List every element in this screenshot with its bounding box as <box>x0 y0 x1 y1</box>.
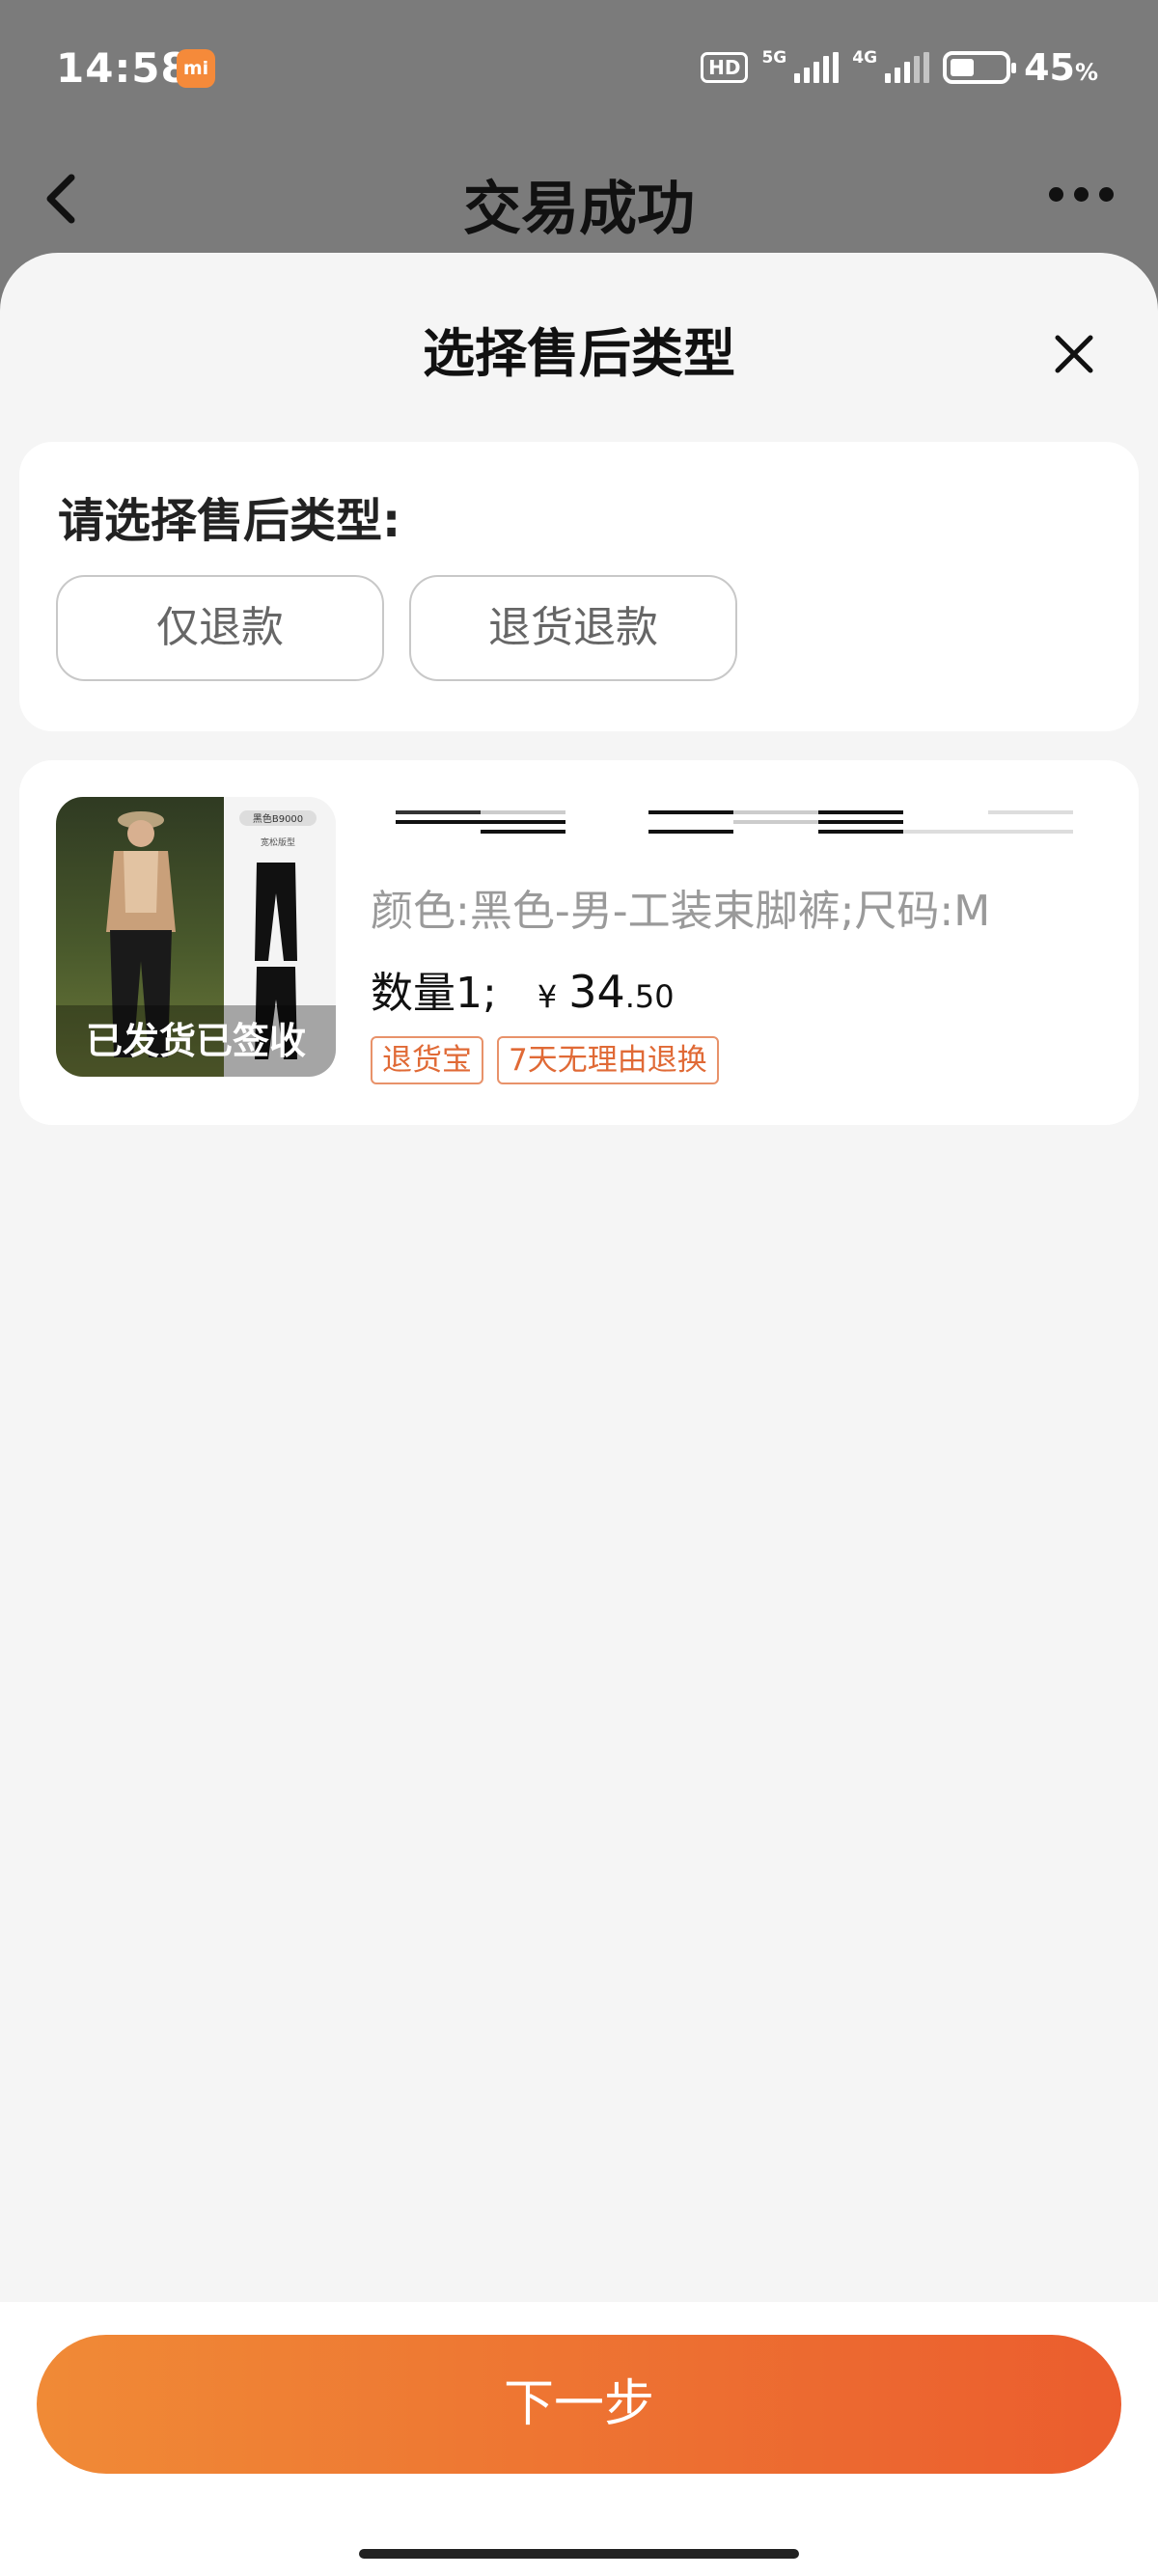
battery-icon <box>943 51 1017 84</box>
mi-app-icon: mi <box>177 49 215 88</box>
product-title-redacted <box>396 807 1090 845</box>
product-image: 黑色B9000 宽松版型 已发货已签收 <box>56 797 336 1077</box>
quantity-price-row: 数量1; ¥ 34 .50 <box>371 958 675 1020</box>
close-icon[interactable] <box>1050 330 1098 378</box>
signal-4g-icon <box>885 52 930 83</box>
currency-symbol: ¥ <box>537 978 558 1015</box>
status-bar: 14:58 mi HD 5G 4G 45% <box>0 0 1158 140</box>
price-integer: 34 <box>568 966 625 1018</box>
bottom-bar: 下一步 <box>0 2302 1158 2576</box>
product-quantity: 数量1; <box>371 969 497 1018</box>
page-title: 交易成功 <box>463 176 695 243</box>
service-tags: 退货宝 7天无理由退换 <box>371 1036 719 1084</box>
network-4g-label: 4G <box>852 48 878 68</box>
type-select-label: 请选择售后类型: <box>58 494 401 548</box>
battery-percent: 45% <box>1024 46 1098 89</box>
home-indicator[interactable] <box>359 2549 799 2559</box>
status-time: 14:58 <box>56 44 190 92</box>
signal-5g-icon <box>794 52 840 83</box>
next-step-button[interactable]: 下一步 <box>37 2335 1121 2474</box>
more-dots-icon[interactable] <box>1049 187 1114 202</box>
top-bar: 交易成功 <box>0 145 1158 251</box>
type-select-card: 请选择售后类型: 仅退款 退货退款 <box>19 442 1139 731</box>
product-sku: 颜色:黑色-男-工装束脚裤;尺码:M <box>371 887 991 936</box>
image-badge-fit: 宽松版型 <box>261 836 295 848</box>
image-badge-color: 黑色B9000 <box>253 812 303 825</box>
status-indicators: HD 5G 4G 45% <box>701 46 1098 89</box>
tag-return-insurance: 退货宝 <box>371 1036 483 1084</box>
network-5g-label: 5G <box>761 48 787 68</box>
return-refund-button[interactable]: 退货退款 <box>409 575 737 681</box>
shipping-status-caption: 已发货已签收 <box>56 1005 336 1077</box>
hd-icon: HD <box>701 52 749 83</box>
sheet-title: 选择售后类型 <box>423 323 735 384</box>
after-sale-sheet: 选择售后类型 请选择售后类型: 仅退款 退货退款 黑色B9000 宽松版型 已发… <box>0 253 1158 2576</box>
refund-only-button[interactable]: 仅退款 <box>56 575 384 681</box>
product-card: 黑色B9000 宽松版型 已发货已签收 颜色:黑色-男-工装束脚裤;尺码:M 数… <box>19 760 1139 1125</box>
price-decimal: .50 <box>624 978 675 1015</box>
tag-7-day-return: 7天无理由退换 <box>497 1036 719 1084</box>
